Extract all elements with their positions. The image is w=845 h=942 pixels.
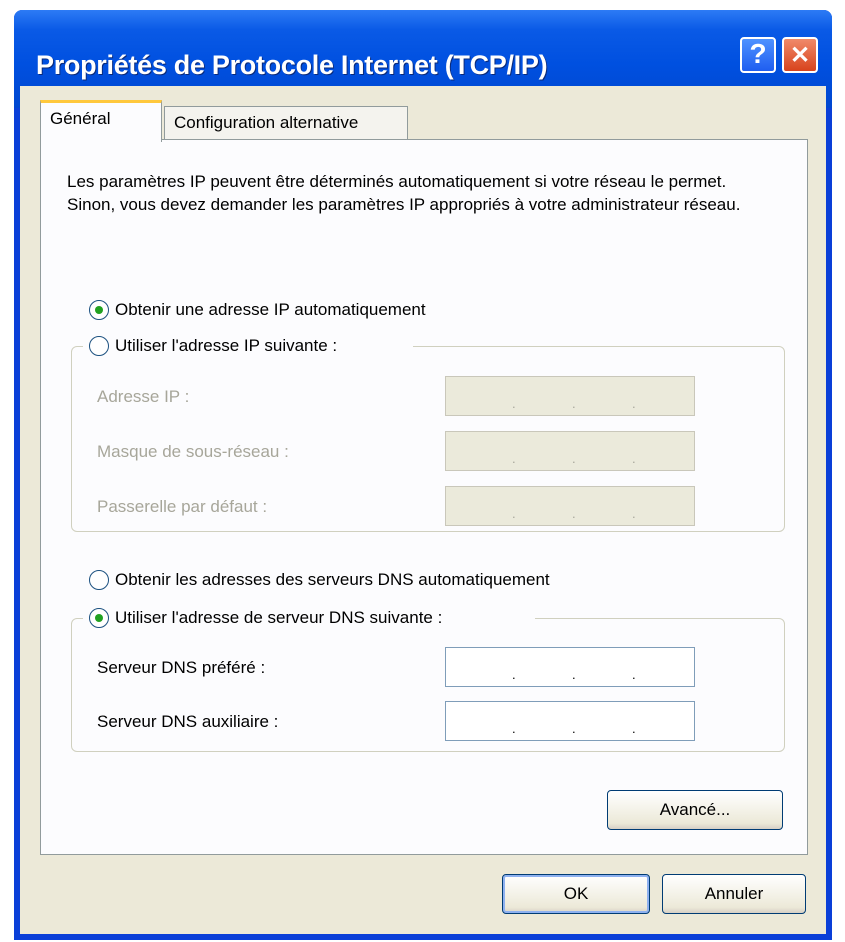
preferred-dns-label: Serveur DNS préféré : (97, 658, 266, 677)
dns-manual-label: Utiliser l'adresse de serveur DNS suivan… (115, 608, 443, 627)
cancel-button[interactable]: Annuler (662, 874, 806, 914)
description-text: Les paramètres IP peuvent être déterminé… (67, 172, 741, 214)
subnet-mask-label: Masque de sous-réseau : (97, 442, 289, 461)
close-icon: ✕ (789, 42, 811, 69)
dialog-window: Propriétés de Protocole Internet (TCP/IP… (14, 10, 832, 940)
advanced-button[interactable]: Avancé... (607, 790, 783, 830)
dns-auto-label: Obtenir les adresses des serveurs DNS au… (115, 570, 550, 589)
help-icon: ? (749, 38, 767, 69)
help-button[interactable]: ? (740, 37, 776, 73)
tab-general[interactable]: Général (40, 100, 162, 142)
dialog-client-area: Général Configuration alternative Les pa… (20, 86, 826, 934)
tab-alternate-configuration[interactable]: Configuration alternative (164, 106, 408, 140)
ip-auto-option[interactable]: Obtenir une adresse IP automatiquement (89, 300, 426, 320)
alternate-dns-input[interactable]: ... (445, 701, 695, 741)
preferred-dns-input[interactable]: ... (445, 647, 695, 687)
default-gateway-label: Passerelle par défaut : (97, 497, 268, 516)
dns-manual-radio[interactable] (89, 608, 109, 628)
ok-button[interactable]: OK (502, 874, 650, 914)
window-title: Propriétés de Protocole Internet (TCP/IP… (36, 50, 548, 80)
ip-address-input[interactable]: ... (445, 376, 695, 416)
default-gateway-input[interactable]: ... (445, 486, 695, 526)
dns-manual-option[interactable]: Utiliser l'adresse de serveur DNS suivan… (89, 608, 442, 628)
ip-manual-label: Utiliser l'adresse IP suivante : (115, 336, 338, 355)
subnet-mask-input[interactable]: ... (445, 431, 695, 471)
ip-auto-label: Obtenir une adresse IP automatiquement (115, 300, 426, 319)
close-button[interactable]: ✕ (782, 37, 818, 73)
alternate-dns-label: Serveur DNS auxiliaire : (97, 712, 279, 731)
dns-auto-option[interactable]: Obtenir les adresses des serveurs DNS au… (89, 570, 550, 590)
ip-auto-radio[interactable] (89, 300, 109, 320)
dns-auto-radio[interactable] (89, 570, 109, 590)
tab-panel-general: Les paramètres IP peuvent être déterminé… (40, 139, 808, 855)
ip-address-label: Adresse IP : (97, 387, 190, 406)
ip-manual-option[interactable]: Utiliser l'adresse IP suivante : (89, 336, 337, 356)
ip-manual-radio[interactable] (89, 336, 109, 356)
